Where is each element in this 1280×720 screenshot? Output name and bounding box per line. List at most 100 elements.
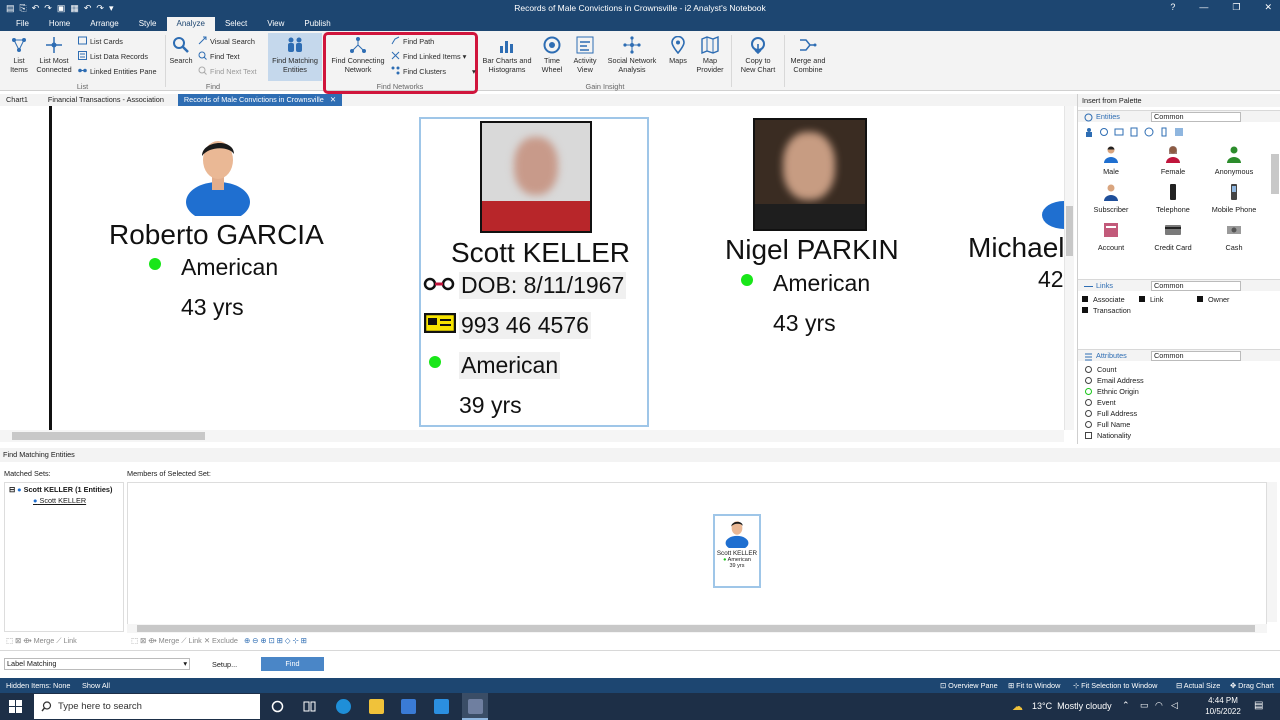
fit-to-window-button[interactable]: ⊞ Fit to Window bbox=[1008, 678, 1060, 693]
palette-attribute-email[interactable]: Email Address bbox=[1085, 376, 1144, 385]
clock[interactable]: 4:44 PM 10/5/2022 bbox=[1198, 695, 1248, 717]
members-vertical-scrollbar[interactable] bbox=[1267, 482, 1277, 622]
close-icon[interactable]: ✕ bbox=[330, 95, 336, 104]
zoom-out-icon[interactable]: ⊖ bbox=[252, 636, 258, 645]
task-view-icon[interactable] bbox=[303, 700, 316, 713]
list-items-button[interactable]: List Items bbox=[6, 36, 32, 74]
activity-view-button[interactable]: Activity View bbox=[570, 36, 600, 74]
taskbar-search-box[interactable]: Type here to search bbox=[34, 694, 260, 719]
tab-chart1[interactable]: Chart1 bbox=[0, 94, 34, 106]
zoom-in-icon[interactable]: ⊕ bbox=[244, 636, 250, 645]
palette-entity-cash[interactable]: Cash bbox=[1204, 221, 1264, 252]
setup-button[interactable]: Setup... bbox=[212, 660, 237, 669]
exclude-button[interactable]: ✕ Exclude bbox=[204, 636, 238, 645]
zoom-icon[interactable]: ⊕ bbox=[260, 636, 266, 645]
scott-keller-photo[interactable] bbox=[480, 121, 592, 233]
palette-link-transaction[interactable]: Transaction bbox=[1082, 306, 1131, 315]
scrollbar-thumb[interactable] bbox=[137, 625, 1255, 632]
member-card-scott-keller[interactable]: Scott KELLER ● American 39 yrs bbox=[713, 514, 761, 588]
find-path-button[interactable]: Find Path bbox=[391, 36, 434, 48]
visual-search-button[interactable]: Visual Search bbox=[198, 36, 255, 48]
tab-home[interactable]: Home bbox=[39, 17, 80, 31]
maps-button[interactable]: Maps bbox=[665, 36, 691, 66]
palette-entity-subscriber[interactable]: Subscriber bbox=[1081, 183, 1141, 214]
palette-entity-credit-card[interactable]: Credit Card bbox=[1143, 221, 1203, 252]
male-avatar-icon[interactable] bbox=[1040, 181, 1064, 229]
edge-browser-icon[interactable] bbox=[336, 699, 351, 714]
merge-button[interactable]: ⟴ Merge bbox=[23, 636, 54, 645]
link-button[interactable]: ⟋ Link bbox=[56, 636, 77, 645]
social-network-analysis-button[interactable]: Social Network Analysis bbox=[604, 36, 660, 74]
wifi-icon[interactable]: ◠ bbox=[1155, 700, 1163, 711]
palette-link-link[interactable]: Link bbox=[1139, 295, 1163, 304]
tab-select[interactable]: Select bbox=[215, 17, 257, 31]
notification-icon[interactable]: ▤ bbox=[1254, 700, 1263, 711]
cortana-icon[interactable] bbox=[271, 700, 284, 713]
matched-set-member[interactable]: ● Scott KELLER bbox=[33, 496, 86, 505]
tab-analyze[interactable]: Analyze bbox=[166, 17, 215, 31]
tab-records-of-male-convictions[interactable]: Records of Male Convictions in Crownsvil… bbox=[177, 94, 342, 106]
find-text-button[interactable]: Find Text bbox=[198, 51, 239, 63]
entity-label-michael[interactable]: Michael bbox=[968, 232, 1064, 264]
mail-icon[interactable] bbox=[434, 699, 449, 714]
select-all-icon[interactable]: ⬚ bbox=[6, 636, 13, 645]
palette-attribute-count[interactable]: Count bbox=[1085, 365, 1116, 374]
volume-icon[interactable]: ◁ bbox=[1171, 700, 1178, 711]
list-cards-button[interactable]: List Cards bbox=[78, 36, 123, 48]
document-filter-icon[interactable] bbox=[1129, 127, 1139, 137]
find-linked-items-button[interactable]: Find Linked Items ▾ bbox=[391, 51, 466, 63]
fit-icon[interactable]: ⊞ bbox=[277, 636, 283, 645]
find-matching-entities-button[interactable]: Find Matching Entities bbox=[268, 33, 322, 81]
bar-charts-button[interactable]: Bar Charts and Histograms bbox=[480, 36, 534, 74]
attributes-set-dropdown[interactable]: Common bbox=[1151, 351, 1241, 361]
palette-link-associate[interactable]: Associate bbox=[1082, 295, 1125, 304]
palette-entity-anonymous[interactable]: Anonymous bbox=[1204, 145, 1264, 176]
tab-financial-transactions[interactable]: Financial Transactions - Association bbox=[42, 94, 170, 106]
deselect-icon[interactable]: ⊠ bbox=[140, 636, 146, 645]
time-wheel-button[interactable]: Time Wheel bbox=[538, 36, 566, 74]
palette-entity-account[interactable]: Account bbox=[1081, 221, 1141, 252]
entity-label-nigel-parkin[interactable]: Nigel PARKIN bbox=[725, 234, 899, 266]
deselect-icon[interactable]: ⊠ bbox=[15, 636, 21, 645]
map-provider-button[interactable]: Map Provider bbox=[693, 36, 727, 74]
chart-canvas[interactable]: Roberto GARCIA American 43 yrs Scott KEL… bbox=[0, 106, 1064, 430]
male-avatar-icon[interactable] bbox=[185, 132, 251, 216]
tab-view[interactable]: View bbox=[257, 17, 294, 31]
members-area[interactable]: Scott KELLER ● American 39 yrs bbox=[127, 482, 1267, 626]
center-icon[interactable]: ◇ bbox=[285, 636, 291, 645]
palette-attribute-nationality[interactable]: Nationality bbox=[1085, 431, 1131, 440]
image-filter-icon[interactable] bbox=[1174, 127, 1184, 137]
palette-link-owner[interactable]: Owner bbox=[1197, 295, 1230, 304]
file-explorer-icon[interactable] bbox=[369, 699, 384, 714]
palette-entity-mobile-phone[interactable]: Mobile Phone bbox=[1204, 183, 1264, 214]
network-icon[interactable]: ▭ bbox=[1140, 700, 1149, 711]
palette-attribute-event[interactable]: Event bbox=[1085, 398, 1116, 407]
matched-sets-tree[interactable]: ⊟ ● Scott KELLER (1 Entities) ● Scott KE… bbox=[4, 482, 124, 632]
minimize-button[interactable]: — bbox=[1199, 2, 1208, 13]
palette-attribute-ethnic-origin[interactable]: Ethnic Origin bbox=[1085, 387, 1139, 396]
palette-entity-telephone[interactable]: Telephone bbox=[1143, 183, 1203, 214]
linked-entities-pane-button[interactable]: Linked Entities Pane bbox=[78, 66, 157, 78]
close-button[interactable]: ✕ bbox=[1264, 2, 1272, 13]
palette-entity-male[interactable]: Male bbox=[1081, 145, 1141, 176]
restore-button[interactable]: ❐ bbox=[1232, 2, 1240, 13]
microsoft-store-icon[interactable] bbox=[401, 699, 416, 714]
tab-arrange[interactable]: Arrange bbox=[80, 17, 128, 31]
help-button[interactable]: ? bbox=[1170, 2, 1175, 13]
copy-to-new-chart-button[interactable]: Copy to New Chart bbox=[735, 36, 781, 74]
find-next-text-button[interactable]: Find Next Text bbox=[198, 66, 257, 78]
palette-attribute-full-address[interactable]: Full Address bbox=[1085, 409, 1137, 418]
show-hidden-icons-icon[interactable]: ⌃ bbox=[1122, 700, 1130, 711]
list-most-connected-button[interactable]: List Most Connected bbox=[35, 36, 73, 74]
tab-publish[interactable]: Publish bbox=[294, 17, 340, 31]
phone-filter-icon[interactable] bbox=[1159, 127, 1169, 137]
canvas-vertical-scrollbar[interactable] bbox=[1064, 106, 1074, 430]
circle-filter-icon[interactable] bbox=[1144, 127, 1154, 137]
arrange-icon[interactable]: ⊹ bbox=[292, 636, 298, 645]
find-button[interactable]: Find bbox=[261, 657, 324, 671]
merge-button[interactable]: ⟴ Merge bbox=[148, 636, 179, 645]
person-filter-icon[interactable] bbox=[1084, 127, 1094, 137]
nigel-parkin-photo[interactable] bbox=[753, 118, 867, 231]
fit-selection-button[interactable]: ⊹ Fit Selection to Window bbox=[1073, 678, 1157, 693]
grid-icon[interactable]: ⊞ bbox=[301, 636, 307, 645]
